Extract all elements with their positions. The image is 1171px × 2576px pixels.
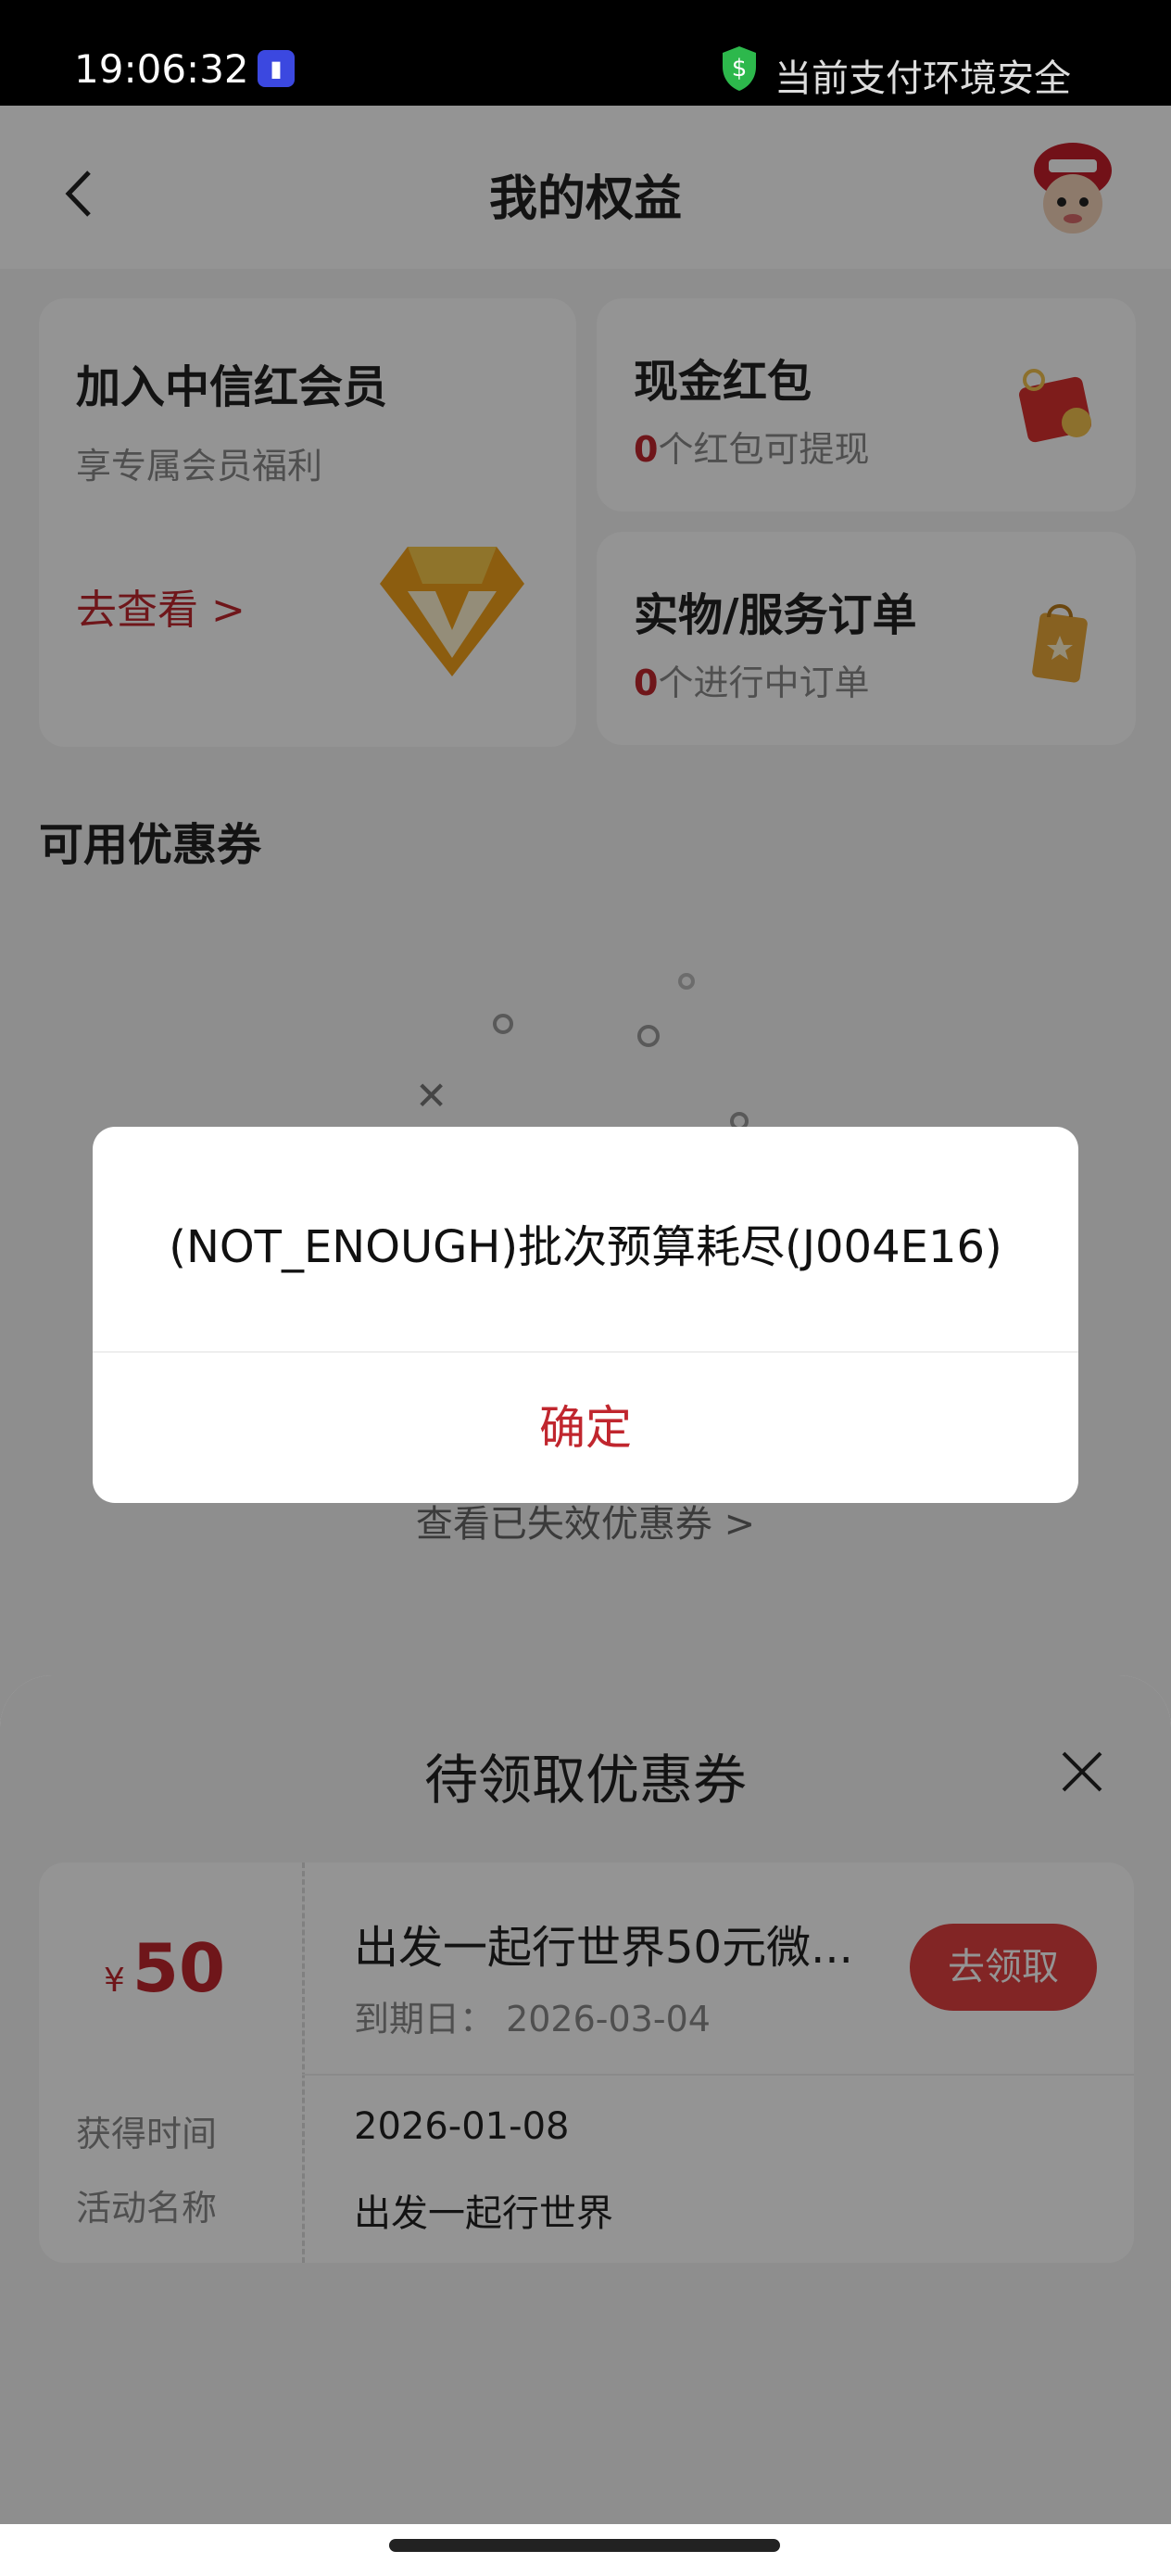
flashlight-icon: ▮: [258, 50, 295, 87]
secure-status-text: 当前支付环境安全: [774, 57, 1071, 100]
alert-dialog: (NOT_ENOUGH)批次预算耗尽(J004E16) 确定: [93, 1127, 1078, 1503]
svg-text:$: $: [732, 55, 748, 82]
confirm-button[interactable]: 确定: [93, 1353, 1078, 1503]
sheet-dim-overlay: [0, 1675, 1171, 2524]
status-bar: 19:06:32 ▮ $ 当前支付环境安全: [0, 0, 1171, 106]
shield-icon: $: [723, 46, 756, 91]
dialog-message: (NOT_ENOUGH)批次预算耗尽(J004E16): [169, 1221, 1002, 1273]
home-indicator[interactable]: [389, 2539, 780, 2552]
status-time: 19:06:32: [74, 46, 249, 92]
